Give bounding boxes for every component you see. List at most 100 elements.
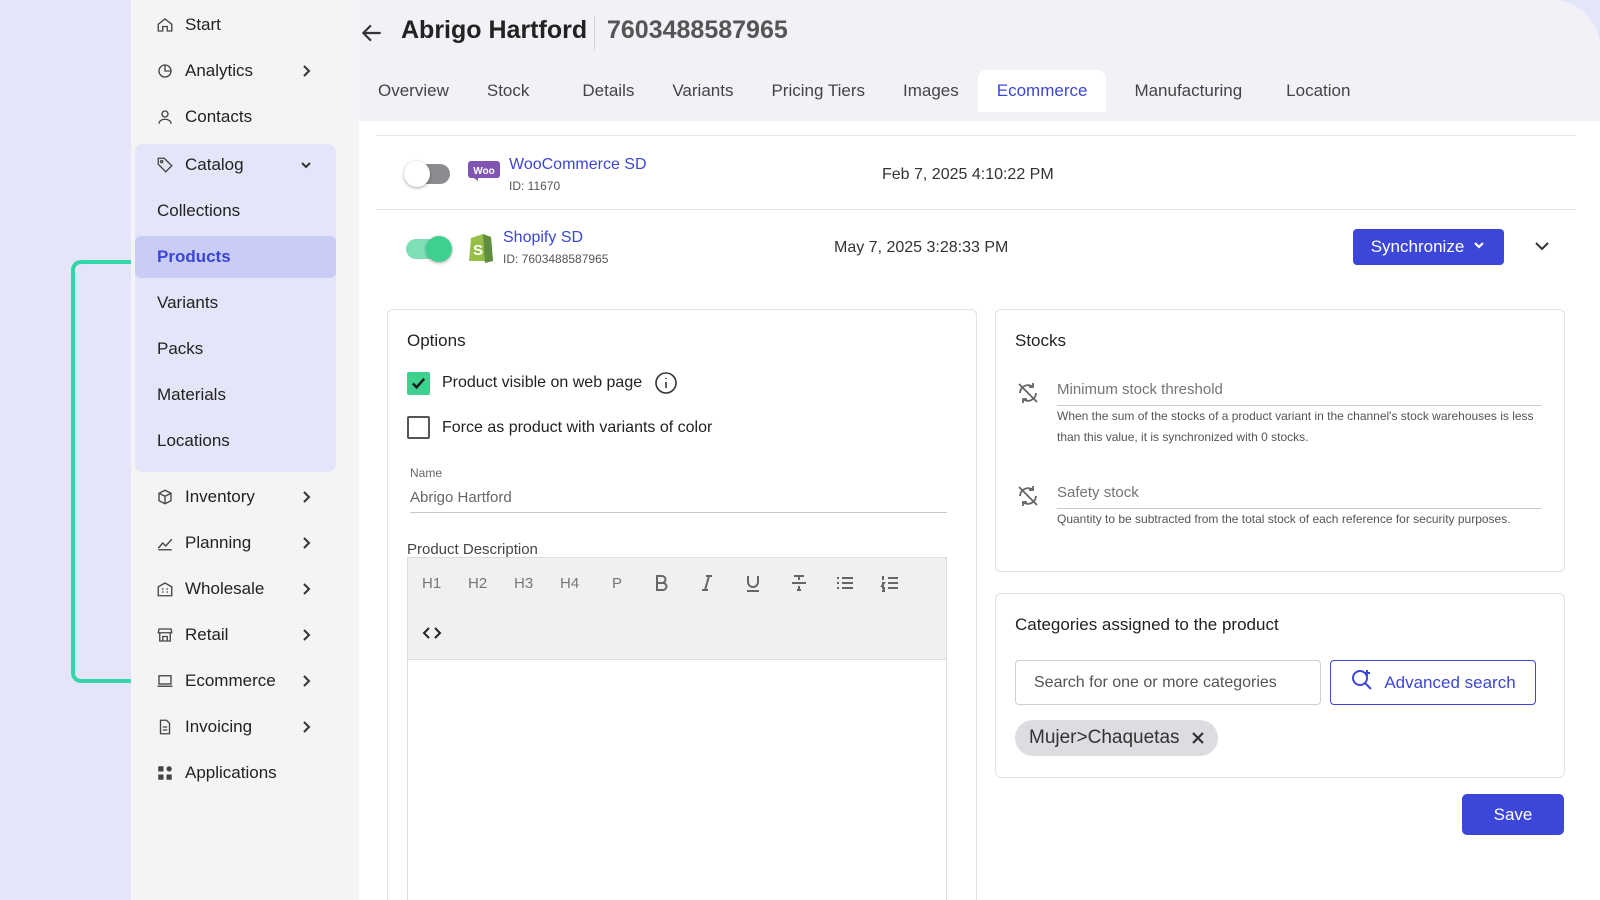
editor-toolbar: H1 H2 H3 H4 P — [408, 558, 946, 660]
person-icon — [155, 107, 175, 127]
chevron-right-icon — [299, 719, 313, 733]
sidebar-item-planning[interactable]: Planning — [135, 522, 335, 564]
visible-on-web-checkbox[interactable] — [407, 371, 430, 395]
close-icon[interactable] — [1190, 730, 1206, 746]
toolbar-h3-button[interactable]: H3 — [514, 572, 533, 594]
channel-date: Feb 7, 2025 4:10:22 PM — [882, 166, 1054, 183]
channel-toggle[interactable] — [406, 236, 452, 262]
tab-variants[interactable]: Variants — [653, 70, 752, 112]
sidebar-subitem-packs[interactable]: Packs — [135, 328, 336, 370]
tab-overview[interactable]: Overview — [359, 70, 468, 112]
bold-icon[interactable] — [651, 572, 671, 594]
stocks-card: Stocks When the sum of the stocks of a p… — [995, 309, 1565, 572]
channel-name[interactable]: WooCommerce SD — [509, 156, 647, 174]
chevron-down-icon — [299, 157, 313, 171]
info-icon[interactable] — [654, 371, 678, 395]
toolbar-h2-button[interactable]: H2 — [468, 572, 487, 594]
name-field[interactable] — [410, 483, 947, 513]
home-icon — [155, 15, 175, 35]
sidebar-item-label: Ecommerce — [185, 671, 276, 690]
channel-id: ID: 11670 — [509, 179, 561, 193]
sidebar-item-wholesale[interactable]: Wholesale — [135, 568, 335, 610]
bullet-list-icon[interactable] — [835, 572, 855, 594]
sidebar-subitem-collections[interactable]: Collections — [135, 190, 336, 232]
document-icon — [155, 717, 175, 737]
expand-chevron-icon[interactable] — [1532, 236, 1554, 258]
tab-manufacturing[interactable]: Manufacturing — [1106, 70, 1267, 112]
stocks-title: Stocks — [1015, 331, 1067, 350]
options-title: Options — [407, 331, 466, 350]
sidebar: Start Analytics Contacts Catalog Collect… — [131, 0, 359, 900]
category-chip: Mujer>Chaquetas — [1015, 720, 1218, 756]
sidebar-subitem-variants[interactable]: Variants — [135, 282, 336, 324]
chevron-right-icon — [299, 673, 313, 687]
sidebar-item-label: Planning — [185, 533, 252, 552]
woocommerce-logo-icon: Woo — [468, 161, 500, 186]
force-variants-row: Force as product with variants of color — [407, 416, 712, 439]
strikethrough-icon[interactable] — [789, 572, 809, 594]
code-icon[interactable] — [422, 622, 442, 644]
tab-stock[interactable]: Stock — [468, 70, 564, 112]
toolbar-p-button[interactable]: P — [612, 572, 622, 594]
catalog-highlight-bracket — [71, 260, 133, 683]
synchronize-button[interactable]: Synchronize — [1353, 229, 1504, 265]
app-frame: Start Analytics Contacts Catalog Collect… — [0, 0, 1600, 900]
trend-icon — [155, 533, 175, 553]
options-card: Options Product visible on web page Forc… — [387, 309, 977, 900]
tab-images[interactable]: Images — [884, 70, 978, 112]
sidebar-item-applications[interactable]: Applications — [135, 752, 335, 794]
tab-details[interactable]: Details — [563, 70, 653, 112]
safety-stock-input[interactable] — [1057, 477, 1541, 509]
channel-date: May 7, 2025 3:28:33 PM — [834, 239, 1009, 256]
sidebar-subitem-products[interactable]: Products — [135, 236, 336, 278]
sidebar-subitem-locations[interactable]: Locations — [135, 420, 336, 462]
sidebar-item-label: Wholesale — [185, 579, 265, 598]
tab-pricing-tiers[interactable]: Pricing Tiers — [752, 70, 884, 112]
tab-bar: Overview Stock Details Variants Pricing … — [359, 70, 1369, 112]
channel-toggle[interactable] — [404, 161, 450, 187]
sidebar-item-catalog[interactable]: Catalog — [135, 144, 335, 186]
chevron-right-icon — [299, 627, 313, 641]
min-stock-threshold-input[interactable] — [1057, 374, 1541, 406]
chevron-right-icon — [299, 581, 313, 595]
advanced-search-button[interactable]: Advanced search — [1330, 660, 1536, 705]
channel-name[interactable]: Shopify SD — [503, 229, 583, 247]
sidebar-item-label: Invoicing — [185, 717, 253, 736]
page-title: Abrigo Hartford — [401, 16, 588, 44]
category-search-input[interactable] — [1015, 660, 1321, 705]
building-icon — [155, 579, 175, 599]
analytics-icon — [155, 61, 175, 81]
toolbar-h4-button[interactable]: H4 — [560, 572, 579, 594]
sidebar-item-start[interactable]: Start — [135, 4, 335, 46]
force-variants-checkbox[interactable] — [407, 416, 430, 439]
categories-title: Categories assigned to the product — [1015, 615, 1279, 634]
sidebar-item-inventory[interactable]: Inventory — [135, 476, 335, 518]
save-button[interactable]: Save — [1462, 794, 1564, 835]
name-label: Name — [410, 466, 443, 480]
apps-icon — [155, 763, 175, 783]
toggle-knob — [404, 161, 430, 187]
sidebar-subitem-materials[interactable]: Materials — [135, 374, 336, 416]
tab-location[interactable]: Location — [1267, 70, 1369, 112]
description-editor: H1 H2 H3 H4 P — [407, 557, 947, 900]
sidebar-item-label: Inventory — [185, 487, 255, 506]
back-arrow-icon[interactable] — [359, 20, 387, 48]
sidebar-item-invoicing[interactable]: Invoicing — [135, 706, 335, 748]
tab-ecommerce[interactable]: Ecommerce — [977, 70, 1107, 112]
underline-icon[interactable] — [743, 572, 763, 594]
sidebar-item-contacts[interactable]: Contacts — [135, 96, 335, 138]
svg-text:S: S — [473, 242, 483, 259]
sidebar-item-analytics[interactable]: Analytics — [135, 50, 335, 92]
chevron-right-icon — [299, 489, 313, 503]
numbered-list-icon[interactable] — [880, 572, 900, 594]
toolbar-h1-button[interactable]: H1 — [422, 572, 441, 594]
shopify-logo-icon: S — [465, 231, 495, 268]
sidebar-item-ecommerce[interactable]: Ecommerce — [135, 660, 335, 702]
min-stock-help: When the sum of the stocks of a product … — [1057, 409, 1534, 444]
sidebar-item-retail[interactable]: Retail — [135, 614, 335, 656]
italic-icon[interactable] — [697, 572, 717, 594]
visible-on-web-label: Product visible on web page — [442, 374, 643, 391]
channel-row-woocommerce: Woo WooCommerce SD ID: 11670 Feb 7, 2025… — [376, 136, 1576, 210]
sidebar-item-label: Catalog — [185, 155, 244, 174]
toggle-knob — [426, 236, 452, 262]
